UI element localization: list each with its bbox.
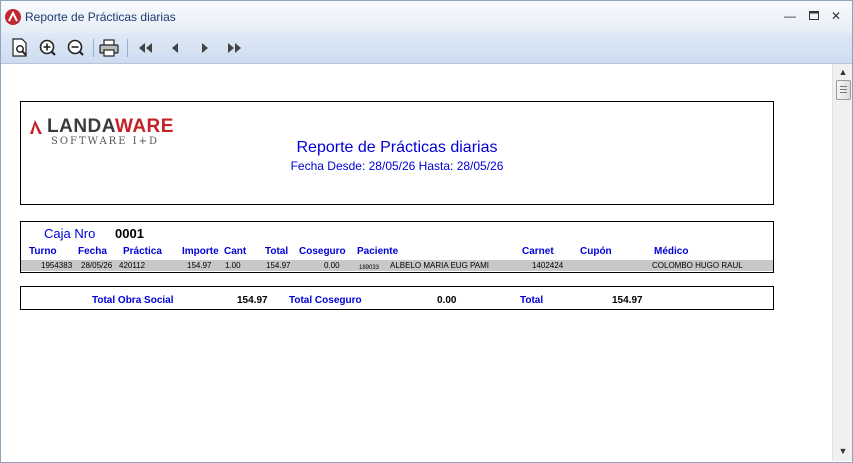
caja-value: 0001 — [115, 226, 144, 241]
cell-paciente-id: 189033 — [359, 265, 380, 271]
toolbar — [1, 33, 852, 64]
toolbar-separator — [127, 39, 128, 57]
logo-text-main: LANDA — [47, 116, 115, 137]
cell-importe: 154.97 — [187, 261, 212, 270]
zoom-out-button[interactable] — [64, 36, 88, 60]
zoom-in-button[interactable] — [36, 36, 60, 60]
scroll-up-button[interactable]: ▲ — [833, 64, 852, 80]
cell-coseguro: 0.00 — [324, 261, 340, 270]
cell-fecha: 28/05/26 — [81, 261, 113, 270]
close-button[interactable]: ✕ — [825, 7, 847, 25]
report-title: Reporte de Prácticas diarias — [296, 139, 498, 156]
total-obra-social-label: Total Obra Social — [92, 295, 174, 306]
totals-box: Total Obra Social 154.97 Total Coseguro … — [20, 286, 774, 310]
total-coseguro-value: 0.00 — [437, 295, 457, 306]
total-coseguro-label: Total Coseguro — [289, 295, 362, 306]
vertical-scrollbar[interactable]: ▲ ▼ — [832, 64, 852, 461]
col-header-carnet: Carnet — [522, 246, 554, 257]
cell-carnet: 1402424 — [532, 261, 564, 270]
cell-medico: COLOMBO HUGO RAUL — [652, 261, 743, 270]
col-header-medico: Médico — [654, 246, 689, 257]
grand-total-value: 154.97 — [612, 295, 643, 306]
last-page-icon — [228, 43, 241, 53]
maximize-button[interactable] — [803, 7, 825, 25]
printer-icon — [99, 39, 119, 57]
zoom-in-icon — [39, 39, 56, 56]
scroll-down-button[interactable]: ▼ — [833, 443, 852, 459]
col-header-coseguro: Coseguro — [299, 246, 346, 257]
print-preview-icon — [12, 38, 27, 57]
logo-text-accent: WARE — [114, 116, 174, 137]
cell-cant: 1.00 — [225, 261, 241, 270]
zoom-out-icon — [67, 39, 84, 56]
cell-practica: 420112 — [119, 261, 146, 270]
col-header-cant: Cant — [224, 246, 247, 257]
report-header-box: LANDAWARE SOFTWARE I+D Reporte de Prácti… — [20, 101, 774, 205]
report-date-range: Fecha Desde: 28/05/26 Hasta: 28/05/26 — [290, 159, 504, 173]
toolbar-separator — [93, 39, 94, 57]
print-button[interactable] — [97, 36, 121, 60]
col-header-practica: Práctica — [123, 246, 162, 257]
last-page-button[interactable] — [223, 36, 247, 60]
col-header-total: Total — [265, 246, 289, 257]
detail-box: Caja Nro 0001 Turno Fecha Práctica Impor… — [20, 221, 774, 273]
caja-label: Caja Nro — [44, 226, 96, 241]
report-window: Reporte de Prácticas diarias — ✕ LANDAWA… — [0, 0, 853, 463]
col-header-paciente: Paciente — [357, 246, 399, 257]
total-obra-social-value: 154.97 — [237, 295, 268, 306]
next-page-button[interactable] — [193, 36, 217, 60]
minimize-button[interactable]: — — [779, 7, 801, 25]
col-header-importe: Importe — [182, 246, 219, 257]
window-title: Reporte de Prácticas diarias — [25, 10, 176, 24]
grand-total-label: Total — [520, 295, 544, 306]
cell-turno: 1954383 — [41, 261, 73, 270]
app-icon — [5, 9, 21, 25]
col-header-turno: Turno — [29, 246, 57, 257]
first-page-button[interactable] — [133, 36, 157, 60]
cell-total: 154.97 — [266, 261, 291, 270]
col-header-cupon: Cupón — [580, 246, 612, 257]
maximize-icon — [809, 11, 819, 20]
logo-mark-icon — [30, 120, 42, 134]
next-page-icon — [202, 43, 208, 53]
scroll-thumb[interactable] — [836, 80, 851, 100]
previous-page-icon — [172, 43, 178, 53]
title-bar[interactable]: Reporte de Prácticas diarias — ✕ — [1, 1, 852, 33]
previous-page-button[interactable] — [163, 36, 187, 60]
print-preview-button[interactable] — [8, 36, 32, 60]
col-header-fecha: Fecha — [78, 246, 107, 257]
report-viewport[interactable]: LANDAWARE SOFTWARE I+D Reporte de Prácti… — [1, 64, 832, 461]
first-page-icon — [139, 43, 152, 53]
cell-paciente: ALBELO MARIA EUG PAMI — [390, 261, 489, 270]
